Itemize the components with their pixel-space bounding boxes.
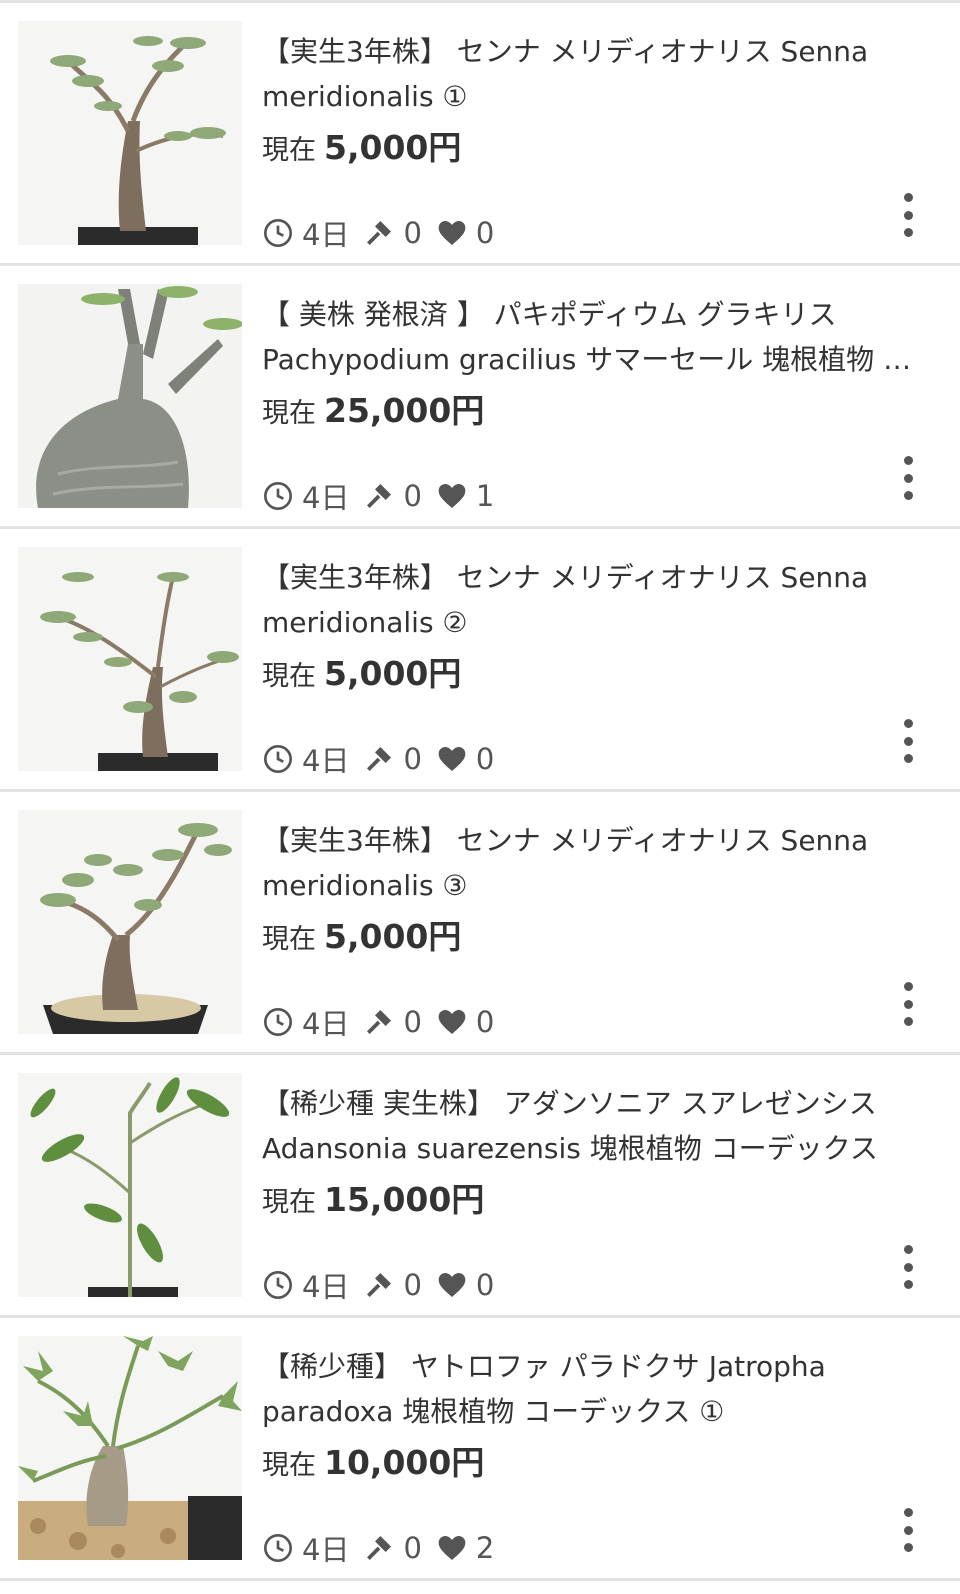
item-meta: 4日 0 0 <box>262 213 508 253</box>
item-price: 現在 25,000円 <box>262 384 484 432</box>
like-count: 0 <box>475 742 495 776</box>
more-vertical-icon[interactable] <box>896 193 920 237</box>
item-title[interactable]: 【稀少種】 ヤトロファ パラドクサ Jatropha paradoxa 塊根植物… <box>262 1344 922 1434</box>
item-thumbnail[interactable] <box>18 547 242 771</box>
clock-icon <box>264 219 292 247</box>
price-amount: 10,000円 <box>324 1443 485 1482</box>
price-prefix: 現在 <box>262 1450 316 1481</box>
list-item[interactable]: 【稀少種 実生株】 アダンソニア スアレゼンシス Adansonia suare… <box>0 1055 960 1315</box>
more-vertical-icon[interactable] <box>896 982 920 1026</box>
item-meta: 4日 0 0 <box>262 1265 508 1305</box>
price-prefix: 現在 <box>262 135 316 166</box>
time-left: 4日 <box>302 218 350 252</box>
time-left: 4日 <box>302 481 350 515</box>
list-item[interactable]: 【稀少種】 ヤトロファ パラドクサ Jatropha paradoxa 塊根植物… <box>0 1318 960 1578</box>
time-left: 4日 <box>302 1533 350 1567</box>
list-item[interactable]: 【 美株 発根済 】 パキポディウム グラキリス Pachypodium gra… <box>0 266 960 526</box>
gavel-icon <box>367 221 392 245</box>
gavel-icon <box>367 1536 392 1560</box>
item-title[interactable]: 【稀少種 実生株】 アダンソニア スアレゼンシス Adansonia suare… <box>262 1081 922 1171</box>
list-item[interactable]: 【実生3年株】 センナ メリディオナリス Senna meridionalis … <box>0 792 960 1052</box>
price-prefix: 現在 <box>262 661 316 692</box>
price-prefix: 現在 <box>262 924 316 955</box>
gavel-icon <box>367 1010 392 1034</box>
clock-icon <box>264 1008 292 1036</box>
price-amount: 15,000円 <box>324 1180 485 1219</box>
clock-icon <box>264 745 292 773</box>
price-amount: 25,000円 <box>324 391 485 430</box>
item-meta: 4日 0 1 <box>262 476 508 516</box>
heart-icon <box>438 1010 466 1034</box>
gavel-icon <box>367 484 392 508</box>
price-amount: 5,000円 <box>324 128 462 167</box>
time-left: 4日 <box>302 744 350 778</box>
item-price: 現在 5,000円 <box>262 121 461 169</box>
more-vertical-icon[interactable] <box>896 456 920 500</box>
item-meta: 4日 0 2 <box>262 1528 508 1568</box>
like-count: 0 <box>475 1005 495 1039</box>
list-item[interactable]: 【実生3年株】 センナ メリディオナリス Senna meridionalis … <box>0 3 960 263</box>
more-vertical-icon[interactable] <box>896 1508 920 1552</box>
price-prefix: 現在 <box>262 398 316 429</box>
clock-icon <box>264 1534 292 1562</box>
heart-icon <box>438 1273 466 1297</box>
clock-icon <box>264 482 292 510</box>
item-meta: 4日 0 0 <box>262 739 508 779</box>
clock-icon <box>264 1271 292 1299</box>
price-prefix: 現在 <box>262 1187 316 1218</box>
like-count: 0 <box>475 216 495 250</box>
bid-count: 0 <box>403 1005 422 1039</box>
heart-icon <box>438 484 466 508</box>
gavel-icon <box>367 747 392 771</box>
heart-icon <box>438 1536 466 1560</box>
heart-icon <box>438 747 466 771</box>
time-left: 4日 <box>302 1007 350 1041</box>
bid-count: 0 <box>403 1268 422 1302</box>
item-price: 現在 5,000円 <box>262 910 461 958</box>
bid-count: 0 <box>403 479 422 513</box>
time-left: 4日 <box>302 1270 350 1304</box>
more-vertical-icon[interactable] <box>896 719 920 763</box>
like-count: 0 <box>475 1268 495 1302</box>
item-price: 現在 5,000円 <box>262 647 461 695</box>
like-count: 2 <box>475 1531 495 1565</box>
item-thumbnail[interactable] <box>18 284 242 508</box>
item-thumbnail[interactable] <box>18 1073 242 1297</box>
bid-count: 0 <box>403 742 422 776</box>
heart-icon <box>438 221 466 245</box>
list-item[interactable]: 【実生3年株】 センナ メリディオナリス Senna meridionalis … <box>0 529 960 789</box>
item-thumbnail[interactable] <box>18 810 242 1034</box>
item-title[interactable]: 【実生3年株】 センナ メリディオナリス Senna meridionalis … <box>262 29 922 119</box>
item-title[interactable]: 【実生3年株】 センナ メリディオナリス Senna meridionalis … <box>262 818 922 908</box>
gavel-icon <box>367 1273 392 1297</box>
item-price: 現在 15,000円 <box>262 1173 484 1221</box>
auction-list: 【実生3年株】 センナ メリディオナリス Senna meridionalis … <box>0 0 960 1581</box>
divider <box>0 1578 960 1581</box>
item-price: 現在 10,000円 <box>262 1436 484 1484</box>
item-title[interactable]: 【実生3年株】 センナ メリディオナリス Senna meridionalis … <box>262 555 922 645</box>
item-thumbnail[interactable] <box>18 21 242 245</box>
bid-count: 0 <box>403 1531 422 1565</box>
like-count: 1 <box>475 479 495 513</box>
item-thumbnail[interactable] <box>18 1336 242 1560</box>
more-vertical-icon[interactable] <box>896 1245 920 1289</box>
bid-count: 0 <box>403 216 422 250</box>
price-amount: 5,000円 <box>324 654 462 693</box>
item-meta: 4日 0 0 <box>262 1002 508 1042</box>
item-title[interactable]: 【 美株 発根済 】 パキポディウム グラキリス Pachypodium gra… <box>262 292 922 382</box>
price-amount: 5,000円 <box>324 917 462 956</box>
